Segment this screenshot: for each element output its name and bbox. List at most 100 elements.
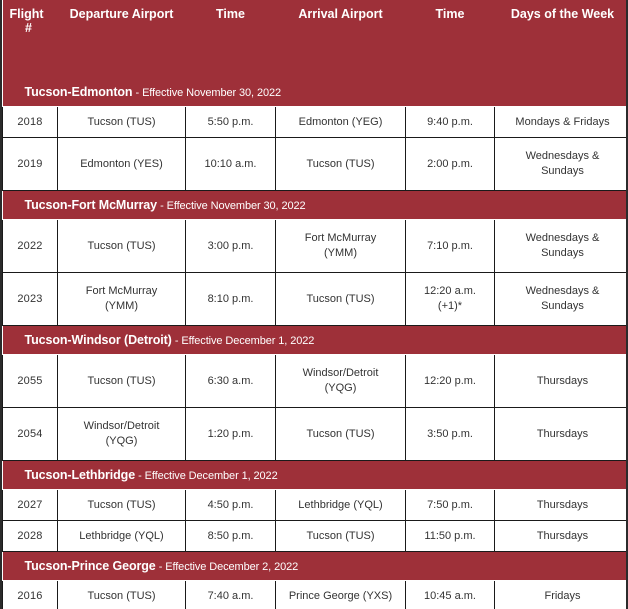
cell-line: 4:50 p.m.	[207, 498, 254, 511]
route-section-header-cell: Tucson-Prince George - Effective Decembe…	[2, 551, 626, 581]
cell-arrival-airport: Lethbridge (YQL)	[275, 489, 406, 521]
cell-line: Edmonton (YES)	[80, 157, 163, 170]
cell-line: Tucson (TUS)	[306, 157, 375, 170]
cell-line: Lethbridge (YQL)	[79, 529, 164, 542]
route-section-header-cell: Tucson-Windsor (Detroit) - Effective Dec…	[2, 325, 627, 355]
cell-departure-time: 8:50 p.m.	[185, 520, 276, 552]
cell-line: Tucson (TUS)	[87, 374, 156, 387]
cell-departure-time: 6:30 a.m.	[185, 354, 276, 408]
cell-line: Thursdays	[536, 374, 589, 387]
cell-line: Tucson (TUS)	[306, 292, 375, 305]
cell-days: Wednesdays & Sundays	[494, 272, 626, 326]
route-effective-date: - Effective November 30, 2022	[135, 86, 282, 99]
cell-line: 12:20 p.m.	[424, 374, 476, 387]
cell-line: Edmonton (YEG)	[298, 115, 383, 128]
cell-arrival-airport: Fort McMurray (YMM)	[275, 219, 406, 273]
cell-line: Fort McMurray	[85, 285, 158, 298]
cell-departure-time: 10:10 a.m.	[185, 137, 276, 191]
cell-line: Tucson (TUS)	[87, 239, 156, 252]
cell-departure-airport: Windsor/Detroit (YQG)	[57, 407, 186, 461]
route-section-header: Tucson-Prince George - Effective Decembe…	[2, 551, 626, 581]
cell-line: Thursdays	[536, 498, 589, 511]
cell-flight-number: 2023	[2, 272, 58, 326]
column-header-arrival-airport-label: Arrival Airport	[298, 7, 383, 21]
route-section-label: Tucson-Edmonton - Effective November 30,…	[3, 84, 627, 99]
cell-arrival-airport: Tucson (TUS)	[275, 520, 406, 552]
cell-line: (+1)*	[437, 300, 463, 312]
cell-line: Tucson (TUS)	[87, 589, 156, 602]
route-section-label: Tucson-Windsor (Detroit) - Effective Dec…	[3, 333, 627, 347]
table-row: 2019 Edmonton (YES) 10:10 a.m. Tucson (TUS)…	[2, 137, 626, 191]
cell-line: (YQG)	[105, 435, 138, 447]
cell-line: 8:10 p.m.	[207, 292, 254, 305]
cell-arrival-time: 2:00 p.m.	[405, 137, 495, 191]
column-header-days: Days of the Week	[494, 0, 626, 50]
cell-flight-number: 2016	[2, 580, 58, 609]
cell-arrival-time: 10:45 a.m.	[405, 580, 495, 609]
cell-arrival-airport: Windsor/Detroit (YQG)	[275, 354, 406, 408]
route-effective-date: - Effective December 1, 2022	[174, 334, 315, 347]
cell-days: Thursdays	[494, 489, 626, 521]
cell-departure-time: 3:00 p.m.	[185, 219, 276, 273]
cell-arrival-time: 7:50 p.m.	[405, 489, 495, 521]
cell-line: 7:50 p.m.	[427, 498, 473, 511]
cell-days: Thursdays	[494, 520, 626, 552]
table-row: 2028 Lethbridge (YQL) 8:50 p.m. Tucson (TUS…	[2, 520, 626, 552]
flight-schedule-table: Flight # Departure Airport Time Arrival …	[2, 0, 627, 609]
cell-arrival-time: 12:20 a.m. (+1)*	[405, 272, 495, 326]
cell-days: Thursdays	[494, 407, 626, 461]
route-effective-date: - Effective December 1, 2022	[138, 469, 278, 482]
cell-departure-time: 8:10 p.m.	[185, 272, 276, 326]
cell-line: 8:50 p.m.	[207, 529, 254, 542]
cell-arrival-airport: Tucson (TUS)	[275, 407, 406, 461]
cell-departure-airport: Tucson (TUS)	[57, 106, 186, 138]
cell-departure-airport: Edmonton (YES)	[57, 137, 186, 191]
cell-departure-airport: Fort McMurray (YMM)	[57, 272, 186, 326]
column-header-flight-hash: #	[25, 21, 32, 35]
cell-line: 9:40 p.m.	[427, 115, 473, 128]
route-effective-date: - Effective November 30, 2022	[160, 199, 306, 212]
cell-line: Wednesdays &	[525, 150, 600, 163]
cell-line: Tucson (TUS)	[306, 427, 375, 440]
column-header-arrival-time-label: Time	[435, 7, 465, 21]
cell-line: Mondays & Fridays	[515, 115, 610, 128]
column-header-flight: Flight #	[2, 0, 58, 50]
cell-line: Fort McMurray	[304, 232, 377, 245]
cell-line: Wednesdays &	[525, 285, 600, 298]
cell-arrival-time: 9:40 p.m.	[405, 106, 495, 138]
cell-line: Tucson (TUS)	[87, 115, 156, 128]
cell-flight-number: 2055	[2, 354, 58, 408]
table-row: 2054 Windsor/Detroit (YQG) 1:20 p.m. Tucson …	[2, 407, 626, 461]
cell-line: 12:20 a.m.	[424, 285, 476, 298]
cell-line: Tucson (TUS)	[87, 498, 156, 511]
cell-flight-number: 2018	[2, 106, 58, 138]
cell-line: 10:45 a.m.	[424, 589, 476, 602]
cell-departure-time: 4:50 p.m.	[185, 489, 276, 521]
route-name: Tucson-Prince George	[24, 558, 156, 573]
route-section-header: Tucson-Lethbridge - Effective December 1…	[2, 460, 626, 490]
cell-line: Windsor/Detroit	[83, 420, 160, 433]
cell-line: 6:30 a.m.	[207, 374, 254, 387]
cell-flight-number: 2028	[2, 520, 58, 552]
cell-flight-number: 2027	[2, 489, 58, 521]
cell-line: Sundays	[541, 247, 584, 259]
route-name: Tucson-Edmonton	[24, 84, 133, 99]
table-row: 2027 Tucson (TUS) 4:50 p.m. Lethbridge (YQL…	[2, 489, 626, 521]
table-row: 2018 Tucson (TUS) 5:50 p.m. Edmonton (YEG) 9…	[2, 106, 626, 138]
table-row: 2022 Tucson (TUS) 3:00 p.m. Fort McMurray (Y…	[2, 219, 626, 273]
table-body: Tucson-Edmonton - Effective November 30,…	[2, 78, 627, 609]
table-row: 2055 Tucson (TUS) 6:30 a.m. Windsor/Detroit…	[2, 354, 626, 408]
cell-departure-time: 7:40 a.m.	[185, 580, 276, 609]
cell-days: Wednesdays & Sundays	[494, 137, 626, 191]
cell-arrival-airport: Tucson (TUS)	[275, 137, 406, 191]
cell-arrival-time: 3:50 p.m.	[405, 407, 495, 461]
cell-days: Fridays	[494, 580, 626, 609]
column-header-departure-airport-label: Departure Airport	[69, 7, 174, 21]
route-section-header-cell: Tucson-Fort McMurray - Effective Novembe…	[2, 190, 626, 220]
column-header-days-label: Days of the Week	[510, 7, 615, 21]
cell-arrival-airport: Edmonton (YEG)	[275, 106, 406, 138]
header-banner-spacer	[2, 50, 626, 78]
cell-departure-airport: Lethbridge (YQL)	[57, 520, 186, 552]
cell-line: Thursdays	[536, 427, 589, 440]
route-section-header: Tucson-Edmonton - Effective November 30,…	[2, 78, 627, 107]
